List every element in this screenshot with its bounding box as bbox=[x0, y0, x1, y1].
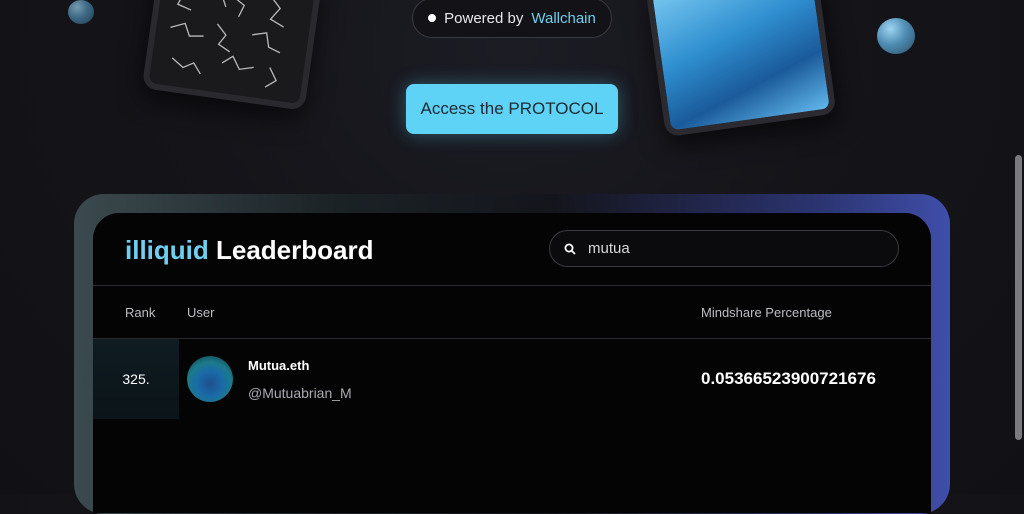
header-divider-top bbox=[93, 285, 931, 286]
column-header-mindshare: Mindshare Percentage bbox=[701, 305, 832, 320]
powered-by-label: Powered by bbox=[444, 9, 524, 27]
leaderboard-title: illiquid Leaderboard bbox=[125, 235, 374, 266]
user-name: Mutua.eth bbox=[248, 358, 310, 373]
powered-by-badge: Powered by Wallchain bbox=[412, 0, 612, 38]
wallchain-link[interactable]: Wallchain bbox=[531, 10, 595, 27]
title-text: Leaderboard bbox=[216, 235, 374, 265]
scrollbar[interactable] bbox=[1014, 0, 1024, 494]
scrollbar-thumb[interactable] bbox=[1015, 155, 1022, 440]
header-divider-bottom bbox=[93, 338, 931, 339]
leaderboard-panel: illiquid Leaderboard Rank User Mindshare… bbox=[93, 213, 931, 513]
title-brand: illiquid bbox=[125, 235, 209, 265]
avatar bbox=[187, 356, 233, 402]
decorative-bubble-right bbox=[877, 18, 915, 54]
nft-artwork-right bbox=[645, 0, 837, 138]
bullet-dot-icon bbox=[428, 14, 437, 22]
search-input[interactable] bbox=[586, 239, 870, 258]
user-handle: @Mutuabrian_M bbox=[248, 385, 352, 401]
mindshare-value: 0.05366523900721676 bbox=[701, 369, 876, 388]
access-protocol-button[interactable]: Access the PROTOCOL bbox=[406, 84, 618, 134]
search-icon bbox=[564, 243, 576, 255]
nft-artwork-left bbox=[141, 0, 323, 111]
rank-cell: 325. bbox=[93, 339, 179, 419]
column-header-user: User bbox=[187, 305, 215, 320]
decorative-bubble-left bbox=[68, 0, 94, 24]
search-box[interactable] bbox=[549, 230, 899, 267]
column-header-rank: Rank bbox=[125, 305, 156, 320]
